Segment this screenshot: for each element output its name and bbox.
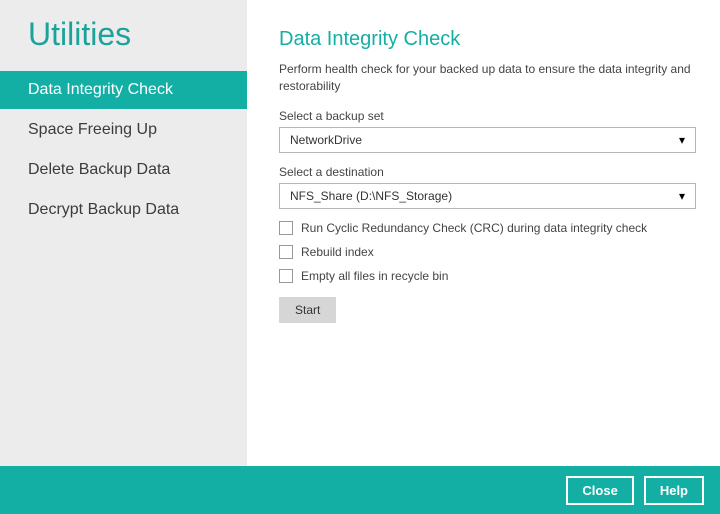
rebuild-checkbox[interactable] <box>279 245 293 259</box>
empty-checkbox-row[interactable]: Empty all files in recycle bin <box>279 269 696 283</box>
chevron-down-icon: ▾ <box>679 189 685 203</box>
page-title: Data Integrity Check <box>279 28 696 51</box>
empty-checkbox-label: Empty all files in recycle bin <box>301 269 448 283</box>
backup-set-select[interactable]: NetworkDrive ▾ <box>279 127 696 153</box>
main-container: Utilities Data Integrity Check Space Fre… <box>0 0 720 466</box>
sidebar-item-label: Delete Backup Data <box>28 161 170 178</box>
empty-checkbox[interactable] <box>279 269 293 283</box>
sidebar-item-data-integrity-check[interactable]: Data Integrity Check <box>0 71 247 109</box>
sidebar: Utilities Data Integrity Check Space Fre… <box>0 0 247 466</box>
sidebar-item-label: Space Freeing Up <box>28 121 157 138</box>
footer: Close Help <box>0 466 720 514</box>
start-button[interactable]: Start <box>279 297 336 323</box>
sidebar-item-decrypt-backup-data[interactable]: Decrypt Backup Data <box>0 191 247 229</box>
crc-checkbox-row[interactable]: Run Cyclic Redundancy Check (CRC) during… <box>279 221 696 235</box>
backup-set-label: Select a backup set <box>279 109 696 123</box>
backup-set-value: NetworkDrive <box>290 133 362 147</box>
crc-checkbox[interactable] <box>279 221 293 235</box>
help-button[interactable]: Help <box>644 476 704 505</box>
chevron-down-icon: ▾ <box>679 133 685 147</box>
destination-label: Select a destination <box>279 165 696 179</box>
content-panel: Data Integrity Check Perform health chec… <box>247 0 720 466</box>
sidebar-item-delete-backup-data[interactable]: Delete Backup Data <box>0 151 247 189</box>
sidebar-item-label: Decrypt Backup Data <box>28 201 179 218</box>
page-description: Perform health check for your backed up … <box>279 61 696 95</box>
crc-checkbox-label: Run Cyclic Redundancy Check (CRC) during… <box>301 221 647 235</box>
rebuild-checkbox-row[interactable]: Rebuild index <box>279 245 696 259</box>
sidebar-item-space-freeing-up[interactable]: Space Freeing Up <box>0 111 247 149</box>
destination-value: NFS_Share (D:\NFS_Storage) <box>290 189 452 203</box>
destination-select[interactable]: NFS_Share (D:\NFS_Storage) ▾ <box>279 183 696 209</box>
close-button[interactable]: Close <box>566 476 633 505</box>
sidebar-item-label: Data Integrity Check <box>28 81 173 98</box>
rebuild-checkbox-label: Rebuild index <box>301 245 374 259</box>
sidebar-title: Utilities <box>0 0 247 71</box>
